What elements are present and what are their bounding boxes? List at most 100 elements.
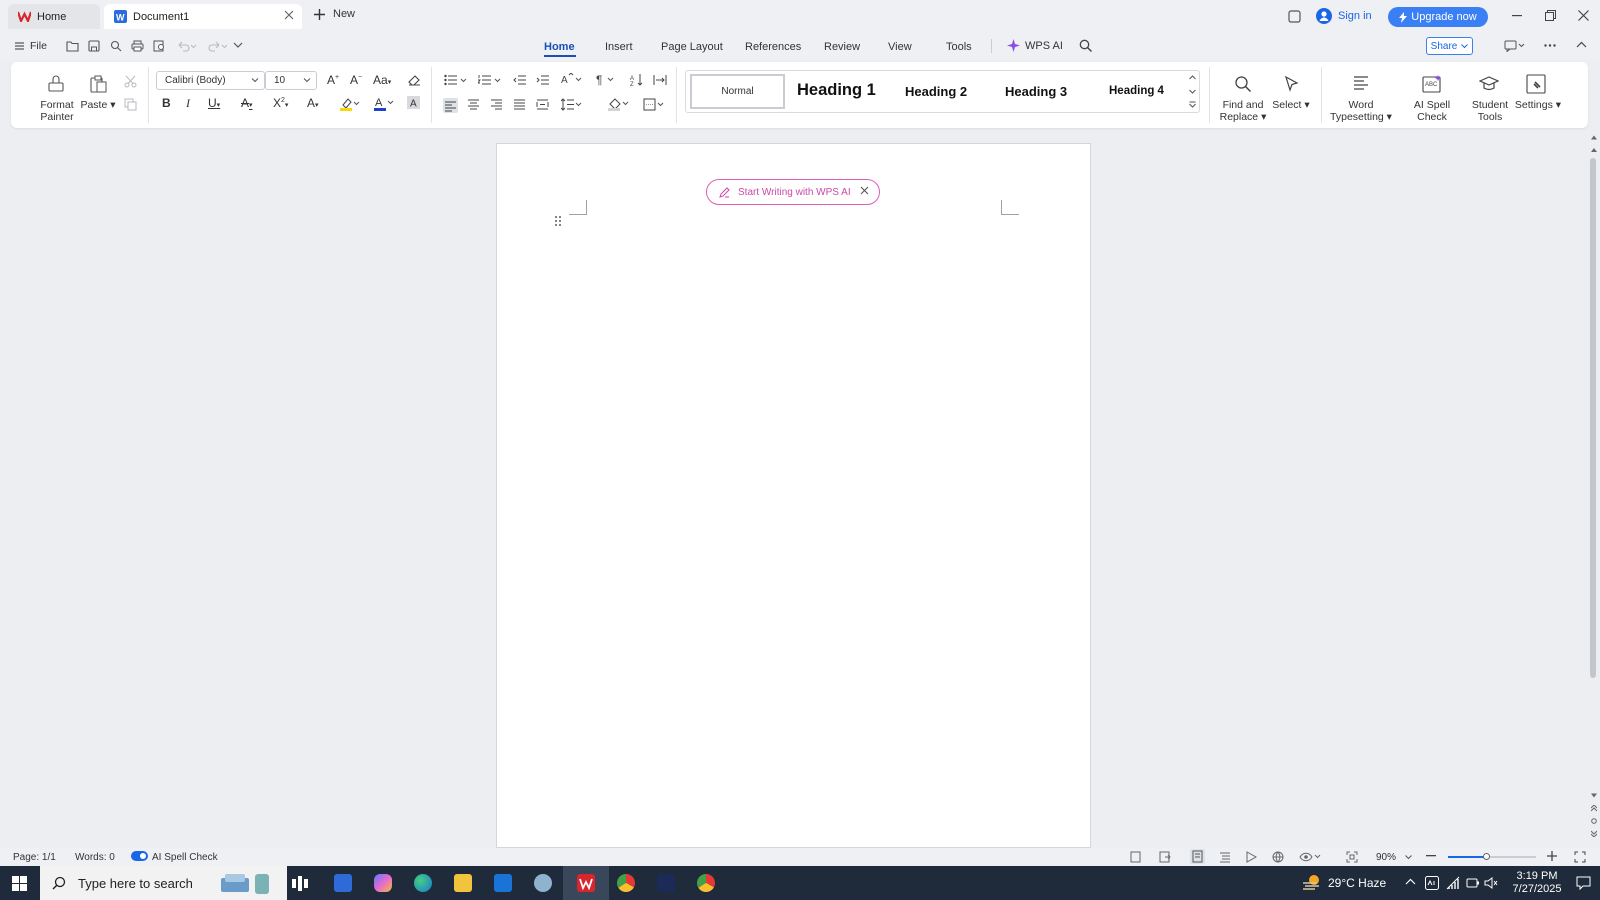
change-case-icon[interactable]: Aa▾ bbox=[373, 73, 391, 87]
zoom-in-icon[interactable] bbox=[1547, 851, 1557, 861]
fit-page-icon[interactable] bbox=[1346, 851, 1358, 863]
word-typesetting-button[interactable]: Word Typesetting ▾ bbox=[1326, 99, 1396, 123]
wps-office-icon[interactable] bbox=[577, 874, 595, 892]
start-writing-ai-prompt[interactable]: Start Writing with WPS AI bbox=[706, 179, 880, 205]
underline-icon[interactable]: U▾ bbox=[208, 96, 220, 110]
undo-icon[interactable] bbox=[177, 40, 197, 52]
cut-icon[interactable] bbox=[124, 75, 137, 88]
tab-insert[interactable]: Insert bbox=[605, 41, 633, 53]
justify-icon[interactable] bbox=[513, 98, 526, 111]
open-folder-icon[interactable] bbox=[66, 40, 79, 52]
next-page-icon[interactable] bbox=[1591, 830, 1597, 837]
save-icon[interactable] bbox=[88, 40, 100, 52]
scroll-down-icon[interactable] bbox=[1591, 793, 1597, 798]
style-heading-1[interactable]: Heading 1 bbox=[797, 81, 876, 100]
borders-icon[interactable] bbox=[643, 98, 665, 111]
fullscreen-icon[interactable] bbox=[1574, 851, 1586, 863]
print-layout-icon[interactable] bbox=[1190, 849, 1205, 864]
chrome-icon[interactable] bbox=[617, 874, 635, 892]
network-icon[interactable] bbox=[1446, 876, 1460, 890]
align-right-icon[interactable] bbox=[490, 98, 503, 111]
superscript-icon[interactable]: X2▾ bbox=[273, 96, 288, 110]
minimize-icon[interactable] bbox=[1512, 15, 1522, 17]
text-direction-icon[interactable]: A bbox=[561, 73, 583, 86]
text-effects-icon[interactable]: A▾ bbox=[307, 96, 319, 110]
restore-icon[interactable] bbox=[1545, 10, 1556, 21]
wps-ai-button[interactable]: WPS AI bbox=[1007, 39, 1063, 52]
styles-scroll-up-icon[interactable] bbox=[1189, 75, 1196, 80]
play-icon[interactable] bbox=[1246, 851, 1257, 863]
copilot-icon[interactable] bbox=[374, 874, 392, 892]
styles-expand-icon[interactable] bbox=[1189, 101, 1196, 108]
document-page[interactable] bbox=[496, 143, 1091, 848]
close-window-icon[interactable] bbox=[1578, 10, 1589, 21]
line-spacing-icon[interactable] bbox=[561, 98, 583, 111]
bold-icon[interactable]: B bbox=[162, 96, 171, 110]
distributed-icon[interactable] bbox=[536, 98, 549, 111]
microsoft-store-icon[interactable] bbox=[334, 874, 352, 892]
outlook-icon[interactable] bbox=[494, 874, 512, 892]
find-replace-button[interactable]: Find and Replace ▾ bbox=[1215, 99, 1271, 123]
upgrade-now-button[interactable]: Upgrade now bbox=[1388, 7, 1488, 27]
task-view-icon[interactable] bbox=[292, 876, 308, 891]
volume-muted-icon[interactable] bbox=[1484, 876, 1498, 890]
scroll-up-icon[interactable] bbox=[1591, 135, 1597, 140]
bullets-icon[interactable] bbox=[444, 74, 468, 86]
style-heading-2[interactable]: Heading 2 bbox=[905, 84, 967, 99]
comment-icon[interactable] bbox=[1504, 40, 1526, 52]
tab-document1[interactable]: W Document1 bbox=[104, 4, 302, 29]
search-icon[interactable] bbox=[1079, 39, 1092, 52]
tab-references[interactable]: References bbox=[745, 41, 801, 53]
ai-spell-check-button[interactable]: AI Spell Check bbox=[1398, 99, 1466, 123]
file-explorer-icon[interactable] bbox=[454, 874, 472, 892]
print-preview-icon[interactable] bbox=[153, 40, 166, 52]
font-size-select[interactable]: 10 bbox=[265, 71, 317, 90]
collapse-ribbon-icon[interactable] bbox=[1576, 41, 1587, 48]
weather-text[interactable]: 29°C Haze bbox=[1328, 876, 1386, 890]
print-icon[interactable] bbox=[131, 40, 144, 52]
tab-home[interactable]: Home bbox=[8, 4, 100, 29]
zoom-dropdown-icon[interactable] bbox=[1405, 855, 1412, 860]
redo-icon[interactable] bbox=[208, 40, 228, 52]
new-tab-button[interactable]: New bbox=[314, 8, 355, 20]
decrease-indent-icon[interactable] bbox=[513, 74, 526, 86]
share-button[interactable]: Share bbox=[1426, 37, 1473, 55]
select-button[interactable]: Select ▾ bbox=[1270, 99, 1312, 111]
decrease-font-icon[interactable]: A− bbox=[350, 73, 362, 87]
word-count[interactable]: Words: 0 bbox=[75, 852, 115, 863]
zoom-level[interactable]: 90% bbox=[1376, 852, 1396, 863]
tab-view[interactable]: View bbox=[888, 41, 912, 53]
italic-icon[interactable]: I bbox=[186, 96, 190, 111]
settings-button[interactable]: Settings ▾ bbox=[1513, 99, 1563, 111]
paste-button[interactable]: Paste ▾ bbox=[80, 99, 116, 111]
tab-tools[interactable]: Tools bbox=[946, 41, 972, 53]
tab-home-ribbon[interactable]: Home bbox=[544, 41, 575, 53]
line-break-icon[interactable] bbox=[653, 74, 667, 86]
browse-object-icon[interactable] bbox=[1591, 818, 1597, 824]
file-menu-button[interactable]: File bbox=[15, 40, 47, 52]
style-normal[interactable]: Normal bbox=[690, 74, 785, 109]
photos-app-icon[interactable] bbox=[534, 874, 552, 892]
style-heading-4[interactable]: Heading 4 bbox=[1109, 85, 1164, 97]
zoom-slider-handle[interactable] bbox=[1482, 853, 1490, 860]
highlight-icon[interactable] bbox=[340, 97, 360, 111]
media-app-icon[interactable] bbox=[657, 874, 675, 892]
export-pdf-icon[interactable] bbox=[110, 40, 122, 52]
globe-icon[interactable] bbox=[1272, 851, 1284, 863]
more-options-icon[interactable] bbox=[1544, 44, 1556, 47]
eye-protection-icon[interactable] bbox=[1299, 852, 1321, 862]
sign-in-button[interactable]: Sign in bbox=[1316, 8, 1372, 24]
style-heading-3[interactable]: Heading 3 bbox=[1005, 84, 1067, 99]
focus-mode-icon[interactable] bbox=[1130, 851, 1141, 863]
increase-indent-icon[interactable] bbox=[536, 74, 549, 86]
styles-scroll-down-icon[interactable] bbox=[1189, 89, 1196, 94]
format-painter-button[interactable]: Format Painter bbox=[35, 99, 79, 123]
increase-font-icon[interactable]: A+ bbox=[327, 73, 339, 87]
tab-page-layout[interactable]: Page Layout bbox=[661, 41, 723, 53]
copy-icon[interactable] bbox=[124, 98, 137, 111]
font-color-icon[interactable]: A bbox=[374, 96, 394, 111]
ime-icon[interactable] bbox=[1425, 876, 1439, 890]
close-icon[interactable] bbox=[860, 186, 869, 195]
sort-icon[interactable]: AZ bbox=[630, 73, 644, 86]
web-layout-icon[interactable] bbox=[1159, 851, 1171, 863]
